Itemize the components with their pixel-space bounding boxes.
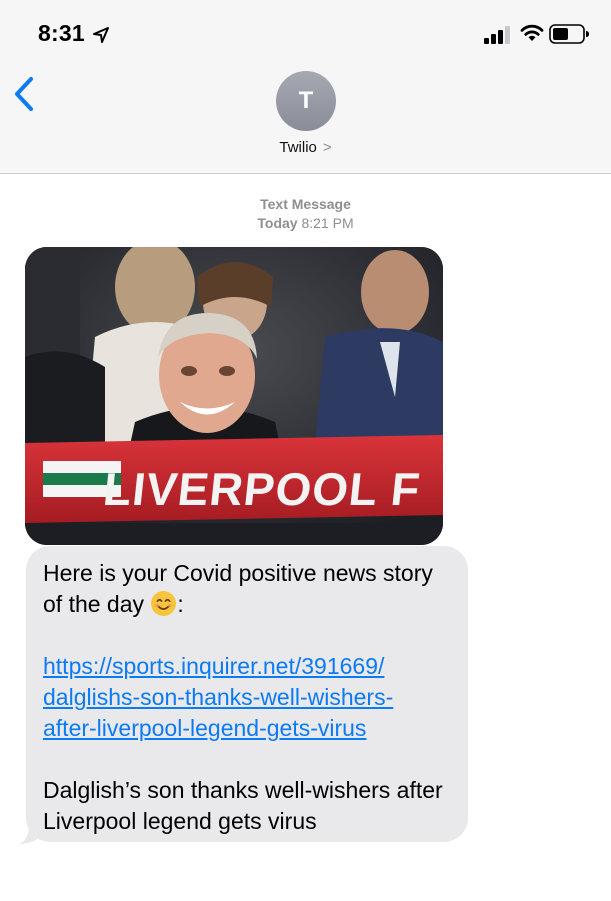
message-intro-text: Here is your Covid positive news story o… <box>43 560 433 617</box>
message-timestamp: Text Message Today 8:21 PM <box>0 195 611 233</box>
contact-name-button[interactable]: Twilio > <box>0 139 611 156</box>
contact-name-label: Twilio <box>279 139 317 156</box>
location-arrow-icon <box>93 27 109 43</box>
message-intro: Here is your Covid positive news story o… <box>43 558 458 620</box>
cellular-signal-icon <box>484 26 510 44</box>
article-link-line-3: after-liverpool-legend-gets-virus <box>43 715 367 741</box>
incoming-message-bubble: Here is your Covid positive news story o… <box>17 546 477 846</box>
smiling-face-emoji-icon <box>151 591 177 616</box>
time-label: 8:21 PM <box>301 215 354 231</box>
chevron-right-icon: > <box>322 139 332 156</box>
article-link-line-2: dalglishs-son-thanks-well-wishers- <box>43 684 394 710</box>
message-intro-suffix: : <box>177 591 184 617</box>
message-text: Here is your Covid positive news story o… <box>43 558 458 837</box>
photo-illustration: LIVERPOOL F <box>25 247 443 545</box>
mms-image[interactable]: LIVERPOOL F <box>25 247 443 545</box>
battery-icon <box>549 24 589 44</box>
wifi-icon <box>520 24 544 41</box>
back-chevron-icon[interactable] <box>12 76 36 112</box>
status-time: 8:31 <box>38 20 85 46</box>
link-preview-title: Dalglish’s son thanks well-wishers after… <box>43 777 443 834</box>
service-label: Text Message <box>260 196 351 212</box>
article-link-line-1: https://sports.inquirer.net/391669/ <box>43 653 385 679</box>
conversation-header: 8:31 T Twilio > <box>0 0 611 174</box>
scarf-text: LIVERPOOL F <box>101 463 423 515</box>
avatar-initial: T <box>298 87 314 114</box>
day-label: Today <box>257 215 298 231</box>
contact-avatar[interactable]: T <box>276 71 336 131</box>
article-link[interactable]: https://sports.inquirer.net/391669/ dalg… <box>43 651 458 744</box>
